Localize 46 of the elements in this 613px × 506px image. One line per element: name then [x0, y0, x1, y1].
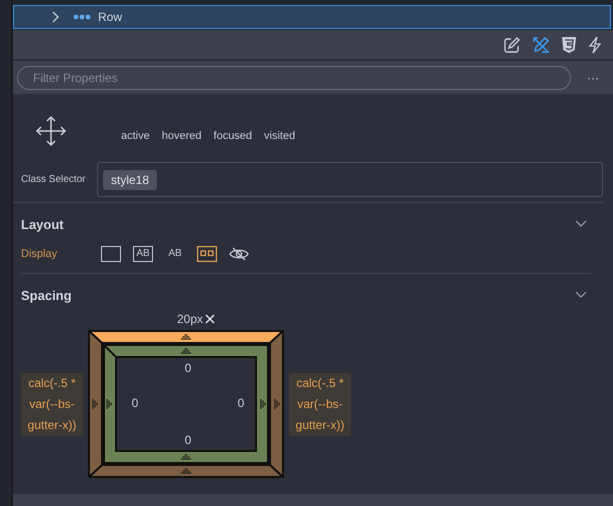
- hidden-eye-icon[interactable]: [229, 246, 249, 262]
- lightning-icon[interactable]: [588, 36, 602, 54]
- filter-field[interactable]: Filter Properties: [17, 66, 571, 90]
- resize-handle-icon[interactable]: [180, 348, 192, 354]
- display-label: Display: [21, 248, 58, 260]
- padding-right-value[interactable]: 0: [238, 396, 244, 410]
- state-option[interactable]: visited: [264, 130, 296, 142]
- inline-block-option[interactable]: AB: [133, 246, 153, 262]
- margin-left-value[interactable]: calc(-.5 * var(--bs-gutter-x)): [21, 372, 83, 436]
- class-selector-label: Class Selector: [21, 174, 86, 185]
- state-option[interactable]: active: [121, 130, 150, 142]
- chevron-right-icon[interactable]: [51, 11, 59, 23]
- state-option[interactable]: focused: [214, 130, 252, 142]
- tree-row[interactable]: Row: [13, 5, 611, 29]
- row-label: Row: [98, 10, 122, 24]
- clear-icon[interactable]: [205, 314, 216, 324]
- margin-top-band[interactable]: [88, 330, 284, 344]
- dots-icon: [73, 14, 91, 20]
- padding-top-value[interactable]: 0: [184, 361, 192, 375]
- block-display-option[interactable]: [101, 246, 121, 262]
- resize-handle-icon[interactable]: [274, 398, 280, 410]
- move-icon: [35, 115, 67, 147]
- section-title: Layout: [21, 216, 64, 232]
- state-option[interactable]: hovered: [162, 130, 202, 142]
- class-chip[interactable]: style18: [103, 170, 158, 190]
- resize-handle-icon[interactable]: [92, 398, 98, 410]
- resize-handle-icon[interactable]: [180, 334, 192, 340]
- resize-handle-icon[interactable]: [260, 398, 266, 410]
- resize-handle-icon[interactable]: [180, 454, 192, 460]
- more-button[interactable]: ···: [583, 70, 603, 84]
- resize-handle-icon[interactable]: [106, 398, 112, 410]
- padding-left-value[interactable]: 0: [132, 396, 138, 410]
- padding-bottom-value[interactable]: 0: [184, 433, 192, 447]
- css-shield-icon[interactable]: [561, 36, 577, 54]
- margin-right-value[interactable]: calc(-.5 * var(--bs-gutter-x)): [289, 372, 351, 436]
- flex-display-icon[interactable]: [197, 246, 217, 262]
- chevron-down-icon[interactable]: [575, 220, 587, 228]
- edit-icon[interactable]: [503, 36, 521, 54]
- pencil-ruler-icon[interactable]: [532, 36, 550, 54]
- margin-top-value[interactable]: 20px: [176, 312, 204, 326]
- resize-handle-icon[interactable]: [180, 468, 192, 474]
- padding-band[interactable]: [102, 342, 269, 464]
- class-selector-field[interactable]: style18: [97, 162, 603, 197]
- section-title: Spacing: [21, 288, 72, 302]
- inline-option[interactable]: AB: [165, 246, 185, 262]
- chevron-down-icon[interactable]: [575, 291, 587, 299]
